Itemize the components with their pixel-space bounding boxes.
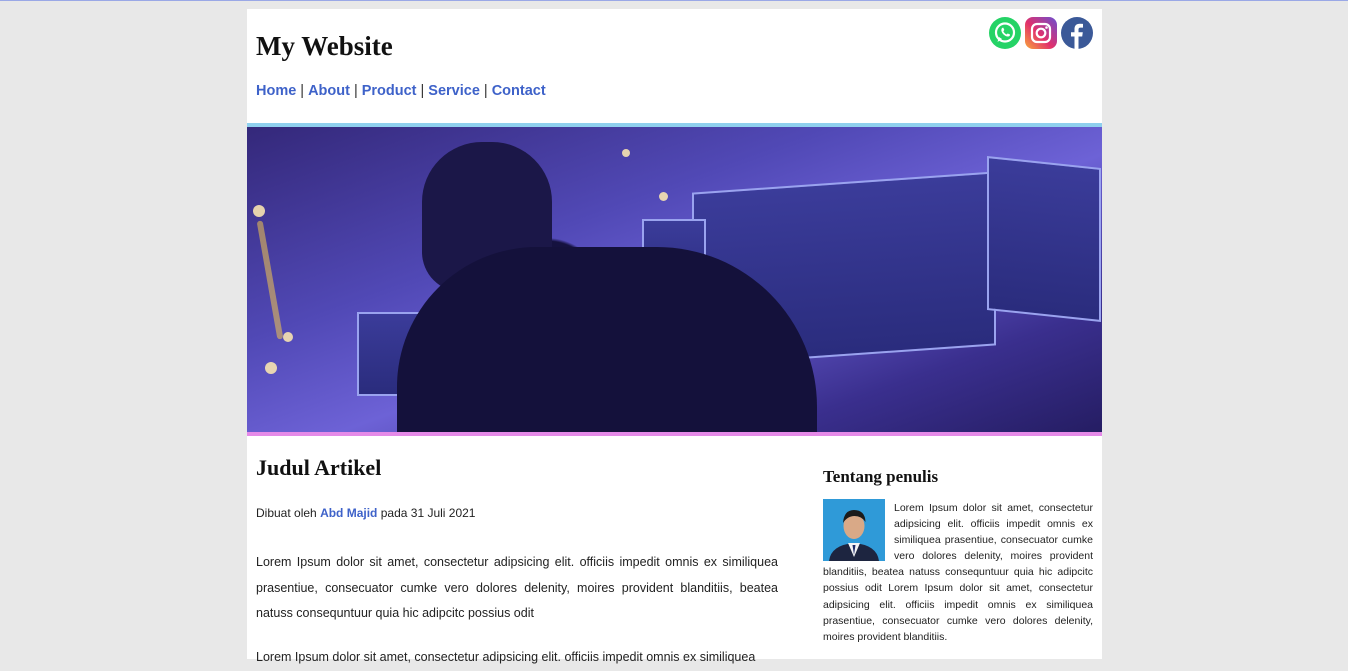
light-dot [622, 149, 630, 157]
instagram-icon[interactable] [1025, 17, 1057, 49]
main-nav: Home | About | Product | Service | Contact [256, 83, 546, 99]
whatsapp-icon[interactable] [989, 17, 1021, 49]
byline-date: pada 31 Juli 2021 [380, 506, 476, 520]
author-link[interactable]: Abd Majid [320, 506, 377, 520]
article-title: Judul Artikel [256, 455, 382, 480]
light-dot [283, 332, 293, 342]
page-container: My Website Home | About | Product | Serv… [247, 9, 1102, 664]
light-streak [256, 220, 284, 340]
hero-banner-image [247, 123, 1102, 436]
nav-separator: | [353, 83, 358, 99]
monitor-screen [987, 156, 1101, 322]
site-title: My Website [256, 31, 393, 61]
light-dot [659, 192, 668, 201]
social-links [989, 17, 1093, 49]
site-header: My Website Home | About | Product | Serv… [247, 9, 1102, 123]
nav-product[interactable]: Product [362, 83, 417, 99]
article-paragraph: Lorem Ipsum dolor sit amet, consectetur … [256, 555, 778, 620]
nav-home[interactable]: Home [256, 83, 296, 99]
nav-separator: | [483, 83, 488, 99]
nav-contact[interactable]: Contact [492, 83, 546, 99]
author-box: Lorem Ipsum dolor sit amet, consectetur … [823, 499, 1093, 645]
light-dot [253, 205, 265, 217]
byline-prefix: Dibuat oleh [256, 506, 317, 520]
article-paragraph: Lorem Ipsum dolor sit amet, consectetur … [256, 650, 756, 664]
nav-separator: | [300, 83, 305, 99]
article-byline: Dibuat oleh Abd Majid pada 31 Juli 2021 [256, 506, 475, 520]
nav-about[interactable]: About [308, 83, 350, 99]
nav-service[interactable]: Service [428, 83, 480, 99]
light-dot [265, 362, 277, 374]
author-photo [823, 499, 885, 561]
nav-separator: | [420, 83, 425, 99]
facebook-icon[interactable] [1061, 17, 1093, 49]
sidebar-heading: Tentang penulis [823, 467, 939, 486]
